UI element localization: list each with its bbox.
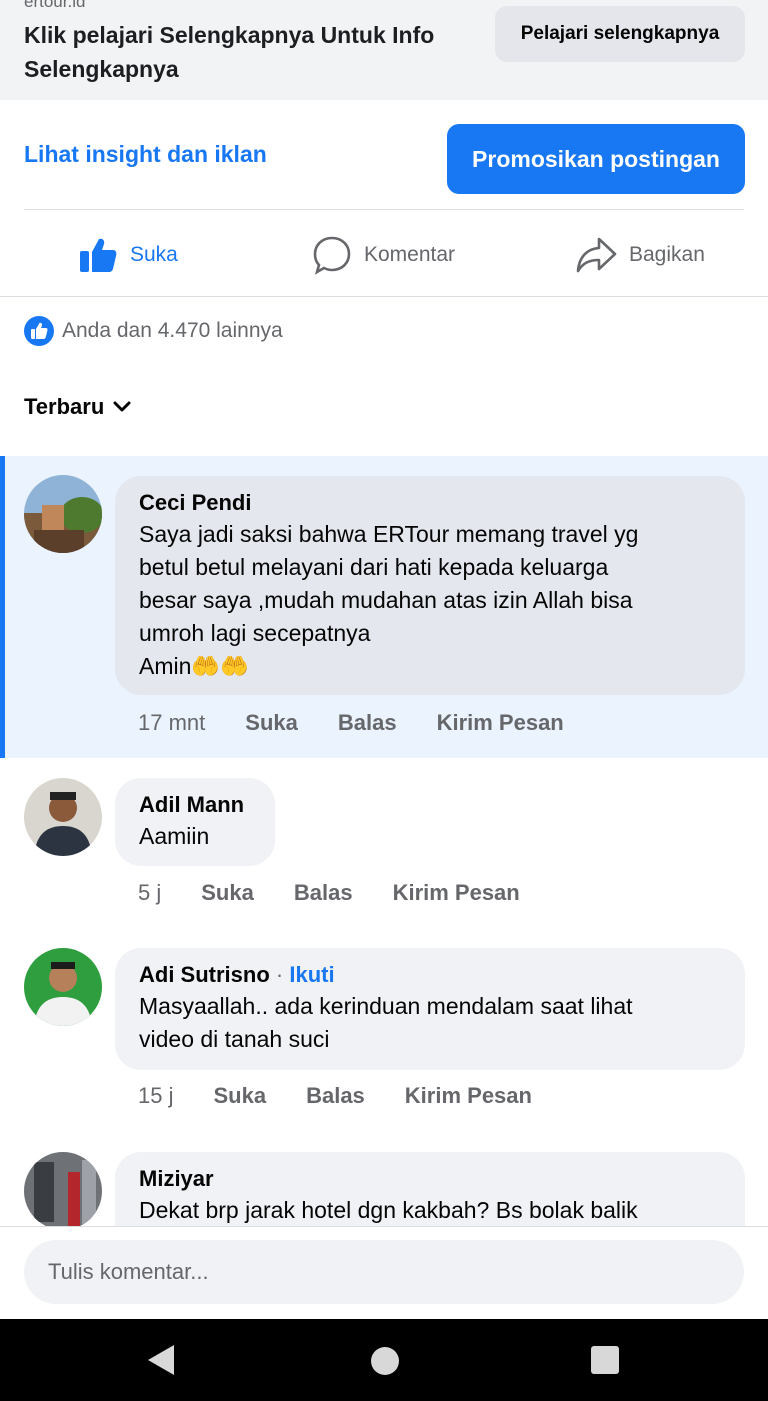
comment-meta: 15 j Suka Balas Kirim Pesan <box>138 1083 532 1109</box>
commenter-name[interactable]: Miziyar <box>139 1164 721 1194</box>
like-label: Suka <box>130 243 178 266</box>
follow-button[interactable]: Ikuti <box>289 962 334 987</box>
promote-post-button[interactable]: Promosikan postingan <box>447 124 745 194</box>
learn-more-button[interactable]: Pelajari selengkapnya <box>495 6 745 62</box>
comment-time: 17 mnt <box>138 710 206 735</box>
comment-message-button[interactable]: Kirim Pesan <box>393 880 520 906</box>
comment-time: 15 j <box>138 1083 174 1108</box>
separator: · <box>275 962 284 987</box>
share-button[interactable]: Bagikan <box>575 232 705 278</box>
comment-like-button[interactable]: Suka <box>213 1083 266 1109</box>
comment-input[interactable]: Tulis komentar... <box>24 1240 744 1304</box>
comment-icon <box>312 235 352 275</box>
chevron-down-icon <box>112 394 132 420</box>
comment-button[interactable]: Komentar <box>312 232 455 278</box>
sort-dropdown[interactable]: Terbaru <box>24 394 132 420</box>
comment-time: 5 j <box>138 880 162 905</box>
commenter-name[interactable]: Ceci Pendi <box>139 488 721 518</box>
divider <box>0 296 768 297</box>
reactions-summary[interactable]: Anda dan 4.470 lainnya <box>24 316 283 346</box>
recents-icon[interactable] <box>591 1346 619 1374</box>
ad-domain: ertour.id <box>24 0 86 11</box>
comment-like-button[interactable]: Suka <box>201 880 254 906</box>
comment-bubble[interactable]: Adi Sutrisno · Ikuti Masyaallah.. ada ke… <box>115 948 745 1070</box>
comment-message-button[interactable]: Kirim Pesan <box>405 1083 532 1109</box>
share-label: Bagikan <box>629 243 705 266</box>
comment-meta: 5 j Suka Balas Kirim Pesan <box>138 880 520 906</box>
home-icon[interactable] <box>371 1347 399 1375</box>
sort-label: Terbaru <box>24 394 105 419</box>
comment-meta: 17 mnt Suka Balas Kirim Pesan <box>138 710 564 736</box>
comment-text: Aamiin <box>139 823 210 849</box>
back-icon[interactable] <box>146 1343 176 1382</box>
share-icon <box>575 236 617 274</box>
reactions-text: Anda dan 4.470 lainnya <box>62 319 283 342</box>
comment-bubble[interactable]: Ceci Pendi Saya jadi saksi bahwa ERTour … <box>115 476 745 695</box>
commenter-name-row: Adi Sutrisno · Ikuti <box>139 960 721 990</box>
thumbs-up-icon <box>78 237 118 273</box>
comment-label: Komentar <box>364 243 456 266</box>
comment-reply-button[interactable]: Balas <box>306 1083 365 1109</box>
comment-message-button[interactable]: Kirim Pesan <box>437 710 564 736</box>
like-badge-icon <box>24 316 54 346</box>
avatar[interactable] <box>24 778 102 856</box>
avatar[interactable] <box>24 948 102 1026</box>
divider <box>24 209 744 210</box>
comment-bubble[interactable]: Adil Mann Aamiin <box>115 778 275 866</box>
insights-link[interactable]: Lihat insight dan iklan <box>24 141 267 168</box>
like-button[interactable]: Suka <box>78 232 178 278</box>
comment-reply-button[interactable]: Balas <box>338 710 397 736</box>
comment-text: Saya jadi saksi bahwa ERTour memang trav… <box>139 521 639 679</box>
comment-reply-button[interactable]: Balas <box>294 880 353 906</box>
avatar[interactable] <box>24 475 102 553</box>
commenter-name[interactable]: Adil Mann <box>139 790 251 820</box>
commenter-name[interactable]: Adi Sutrisno <box>139 962 270 987</box>
avatar[interactable] <box>24 1152 102 1230</box>
comment-text: Masyaallah.. ada kerinduan mendalam saat… <box>139 993 633 1052</box>
ad-text: Klik pelajari Selengkapnya Untuk Info Se… <box>24 22 435 82</box>
ad-strip: ertour.id Klik pelajari Selengkapnya Unt… <box>0 0 768 100</box>
comment-text: Dekat brp jarak hotel dgn kakbah? Bs bol… <box>139 1197 638 1223</box>
comment-like-button[interactable]: Suka <box>245 710 298 736</box>
